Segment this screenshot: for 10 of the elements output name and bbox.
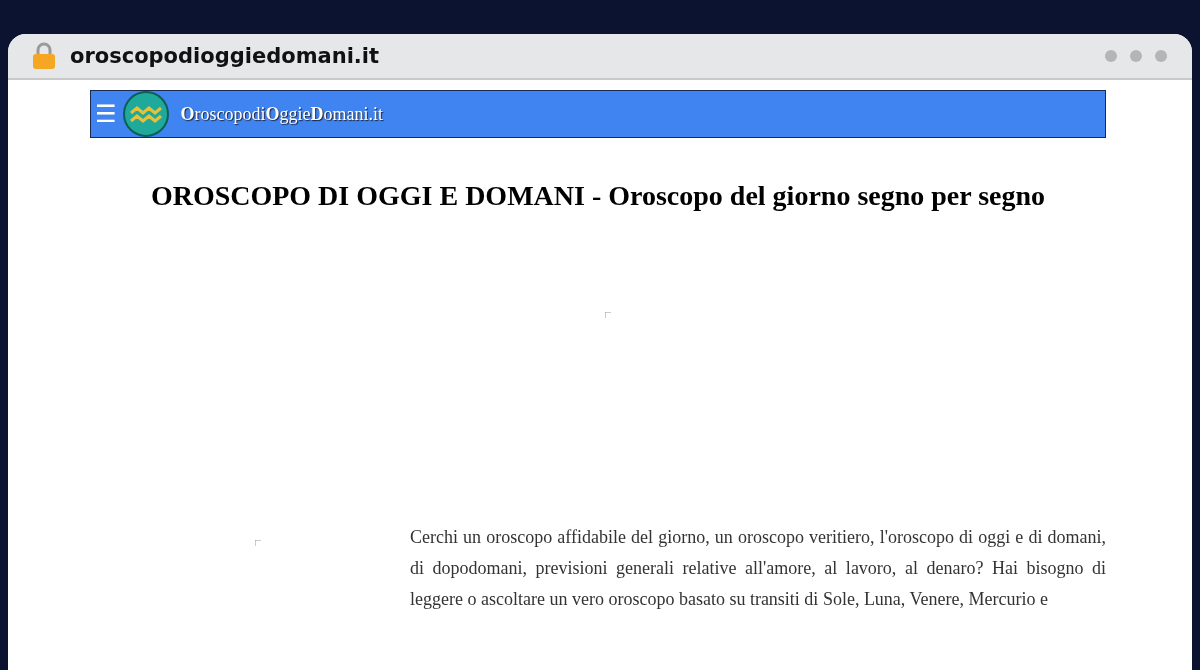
url-text[interactable]: oroscopodioggiedomani.it: [70, 44, 1090, 68]
menu-icon[interactable]: ☰: [95, 102, 117, 126]
broken-image-icon: [255, 540, 261, 546]
logo-icon[interactable]: [122, 91, 169, 137]
lock-icon: [32, 42, 56, 70]
site-name-link[interactable]: OroscopodiOggieDomani.it: [180, 103, 384, 125]
intro-paragraph: Cerchi un oroscopo affidabile del giorno, un oroscopo veritiero, l'oroscopo di oggi e di domani, di dopodomani, previsioni generali relative all'amore, al lavoro, al denaro? Hai bisogno di leggere o ascoltare un vero oroscopo basato su transiti di Sole, Luna, Venere, Mercurio e: [410, 526, 1106, 611]
page-title: OROSCOPO DI OGGI E DOMANI - Oroscopo del giorno segno per segno: [149, 180, 1047, 212]
window-dots-icon: [1104, 49, 1168, 63]
broken-image-icon: [605, 312, 611, 318]
